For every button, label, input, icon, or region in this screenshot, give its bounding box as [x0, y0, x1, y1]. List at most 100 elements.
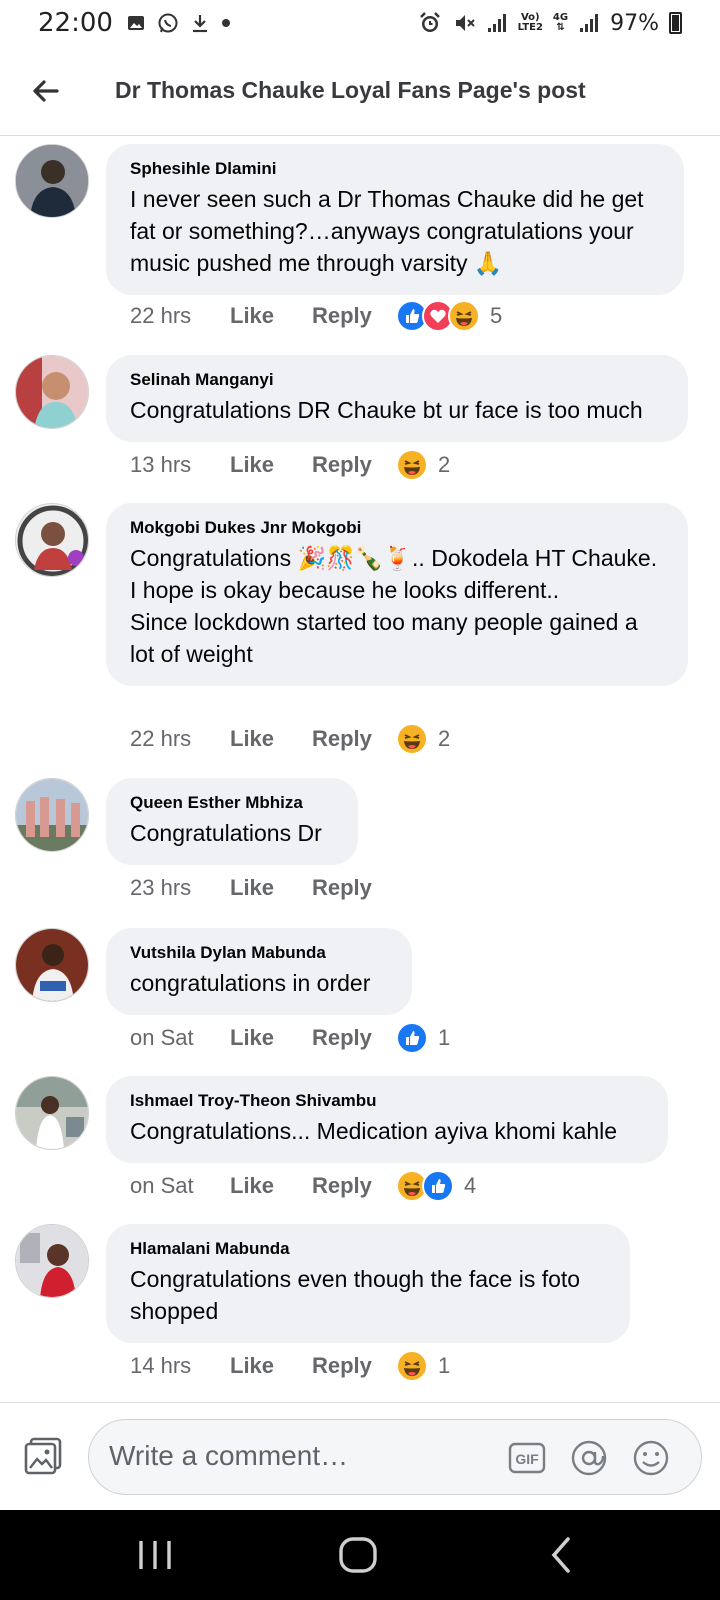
app-header: Dr Thomas Chauke Loyal Fans Page's post — [0, 46, 720, 136]
smiley-icon — [633, 1440, 669, 1476]
like-button[interactable]: Like — [230, 452, 312, 478]
like-reaction-icon — [396, 1022, 428, 1054]
gallery-icon — [127, 16, 144, 30]
reply-button[interactable]: Reply — [312, 452, 396, 478]
comment-composer: Write a comment… GIF — [0, 1402, 720, 1510]
comment-author[interactable]: Ishmael Troy-Theon Shivambu — [130, 1090, 644, 1112]
download-icon — [192, 15, 207, 33]
reaction-summary[interactable]: 1 — [396, 1350, 450, 1382]
reaction-count: 4 — [464, 1173, 477, 1198]
emoji-button[interactable] — [631, 1438, 671, 1478]
home-icon — [339, 1537, 377, 1573]
dot-icon — [221, 19, 230, 27]
reply-button[interactable]: Reply — [312, 1025, 396, 1051]
haha-reaction-icon — [396, 1350, 428, 1382]
photo-icon — [24, 1437, 62, 1475]
comment-bubble: Mokgobi Dukes Jnr Mokgobi Congratulation… — [106, 503, 688, 686]
reply-button[interactable]: Reply — [312, 303, 396, 329]
network-volte-label: Vo) LTE2 — [517, 12, 543, 33]
status-notification-icons — [127, 12, 231, 34]
avatar[interactable] — [15, 355, 89, 429]
comment-list[interactable]: Sphesihle Dlamini I never seen such a Dr… — [0, 136, 720, 1402]
like-button[interactable]: Like — [230, 1173, 312, 1199]
haha-reaction-icon — [396, 449, 428, 481]
reply-button[interactable]: Reply — [312, 875, 396, 901]
mention-button[interactable] — [569, 1438, 609, 1478]
comment-meta: 14 hrs Like Reply 1 — [130, 1346, 450, 1386]
comment-time: 22 hrs — [130, 303, 192, 328]
comment-author[interactable]: Hlamalani Mabunda — [130, 1238, 606, 1260]
comment-meta: on Sat Like Reply 1 — [130, 1018, 450, 1058]
back-nav-button[interactable] — [540, 1533, 584, 1577]
battery-icon — [669, 12, 682, 34]
avatar[interactable] — [15, 778, 89, 852]
battery-percent: 97% — [610, 10, 659, 36]
comment-time: 22 hrs — [130, 726, 192, 751]
status-bar: 22:00 Vo) LTE2 4G ⇅ 97% — [0, 0, 720, 46]
signal-icon-2 — [580, 14, 599, 32]
comment-bubble: Queen Esther Mbhiza Congratulations Dr — [106, 778, 358, 865]
comment-time: on Sat — [130, 1025, 194, 1050]
comment-meta: 22 hrs Like Reply 2 — [130, 719, 450, 759]
comment-text: Congratulations DR Chauke bt ur face is … — [130, 397, 643, 423]
like-button[interactable]: Like — [230, 303, 312, 329]
reply-button[interactable]: Reply — [312, 1353, 396, 1379]
like-button[interactable]: Like — [230, 875, 312, 901]
comment-text: I never seen such a Dr Thomas Chauke did… — [130, 186, 644, 276]
like-button[interactable]: Like — [230, 1025, 312, 1051]
reaction-count: 2 — [438, 452, 451, 477]
avatar[interactable] — [15, 1076, 89, 1150]
reaction-summary[interactable]: 2 — [396, 723, 450, 755]
reply-button[interactable]: Reply — [312, 1173, 396, 1199]
comment-text: congratulations in order — [130, 970, 371, 996]
recent-apps-icon — [139, 1541, 171, 1569]
avatar[interactable] — [15, 144, 89, 218]
gif-icon: GIF — [508, 1442, 546, 1474]
comment-author[interactable]: Queen Esther Mbhiza — [130, 792, 334, 814]
home-button[interactable] — [336, 1533, 380, 1577]
reply-button[interactable]: Reply — [312, 726, 396, 752]
at-icon — [571, 1440, 607, 1476]
avatar[interactable] — [15, 1224, 89, 1298]
whatsapp-icon — [158, 13, 178, 33]
comment-text: Congratulations 🎉🎊🍾🍹.. Dokodela HT Chauk… — [130, 545, 658, 667]
comment-author[interactable]: Selinah Manganyi — [130, 369, 664, 391]
comment-input-placeholder: Write a comment… — [109, 1440, 349, 1471]
comment-bubble: Vutshila Dylan Mabunda congratulations i… — [106, 928, 412, 1015]
reaction-count: 2 — [438, 726, 451, 751]
reaction-summary[interactable]: 5 — [396, 300, 502, 332]
alarm-icon — [419, 12, 440, 32]
like-button[interactable]: Like — [230, 1353, 312, 1379]
back-button[interactable] — [0, 46, 90, 136]
photo-button[interactable] — [22, 1435, 64, 1477]
recent-apps-button[interactable] — [133, 1533, 177, 1577]
comment-input[interactable]: Write a comment… GIF — [88, 1419, 702, 1495]
haha-reaction-icon — [396, 723, 428, 755]
signal-icon — [487, 14, 506, 32]
haha-reaction-icon — [448, 300, 480, 332]
like-button[interactable]: Like — [230, 726, 312, 752]
comment-time: 23 hrs — [130, 875, 192, 900]
comment-time: 13 hrs — [130, 452, 192, 477]
gif-button[interactable]: GIF — [507, 1438, 547, 1478]
avatar[interactable] — [15, 928, 89, 1002]
comment-author[interactable]: Mokgobi Dukes Jnr Mokgobi — [130, 517, 664, 539]
comment-author[interactable]: Vutshila Dylan Mabunda — [130, 942, 388, 964]
comment-time: 14 hrs — [130, 1353, 192, 1378]
comment-author[interactable]: Sphesihle Dlamini — [130, 158, 660, 180]
comment-text: Congratulations even though the face is … — [130, 1266, 581, 1324]
comment-time: on Sat — [130, 1173, 194, 1198]
reaction-summary[interactable]: 2 — [396, 449, 450, 481]
comment-bubble: Ishmael Troy-Theon Shivambu Congratulati… — [106, 1076, 668, 1163]
like-reaction-icon — [422, 1170, 454, 1202]
avatar[interactable] — [15, 503, 89, 577]
reaction-summary[interactable]: 1 — [396, 1022, 450, 1054]
comment-meta: on Sat Like Reply 4 — [130, 1166, 476, 1206]
comment-text: Congratulations... Medication ayiva khom… — [130, 1118, 618, 1144]
reaction-summary[interactable]: 4 — [396, 1170, 476, 1202]
reaction-count: 1 — [438, 1025, 451, 1050]
comment-bubble: Sphesihle Dlamini I never seen such a Dr… — [106, 144, 684, 295]
system-nav-bar — [0, 1510, 720, 1600]
back-arrow-icon — [33, 79, 59, 102]
mute-icon — [455, 15, 475, 31]
